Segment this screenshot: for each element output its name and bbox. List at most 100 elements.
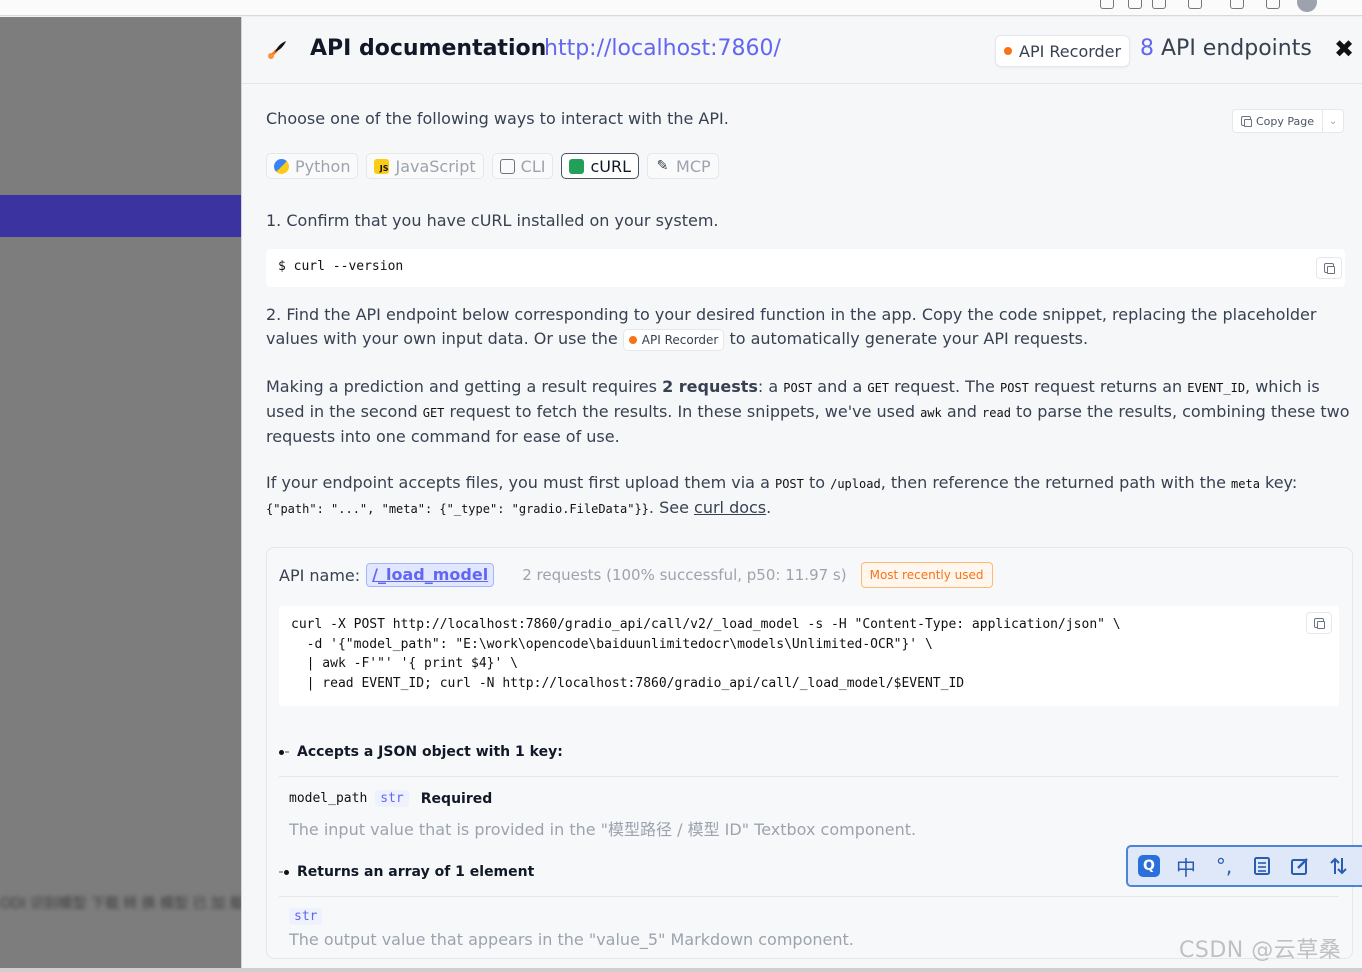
copy-code-button[interactable]	[1306, 612, 1332, 634]
copy-page-main[interactable]: Copy Page	[1233, 110, 1324, 132]
performance-icon[interactable]	[1230, 0, 1244, 9]
ime-chinese-icon[interactable]: 中	[1174, 854, 1198, 880]
backdrop-blurred-text: ODI 识别模型 下载 转 换 模型 已 加 载	[0, 896, 241, 912]
p3-bold: 2 requests	[662, 377, 758, 396]
favorites-list-icon[interactable]	[1266, 0, 1280, 9]
copy-icon	[1324, 263, 1335, 274]
p3-get1: GET	[867, 381, 890, 395]
p3-e: request returns an	[1028, 377, 1188, 396]
p3-c: and a	[812, 377, 868, 396]
tab-mcp[interactable]: ✎ MCP	[647, 153, 719, 179]
bottom-strip	[0, 968, 1362, 972]
endpoint-count-number: 8	[1140, 36, 1154, 61]
bullet-icon	[279, 749, 291, 755]
p4-f: .	[766, 498, 772, 517]
p3-awk: awk	[920, 406, 942, 420]
file-upload-explanation: If your endpoint accepts files, you must…	[266, 471, 1351, 521]
p3-post1: POST	[783, 381, 813, 395]
extensions-icon[interactable]	[1188, 0, 1202, 9]
version-command: $ curl --version	[278, 259, 404, 274]
close-icon[interactable]: ✖	[1332, 37, 1356, 61]
param-name: model_path	[289, 791, 368, 806]
api-recorder-label: API Recorder	[1019, 41, 1122, 61]
tab-curl[interactable]: cURL	[561, 153, 640, 179]
app-backdrop[interactable]: ODI 识别模型 下载 转 换 模型 已 加 载	[0, 17, 241, 968]
p3-g: request to fetch the results. In these s…	[444, 402, 921, 421]
ime-punct-icon[interactable]: °,	[1212, 854, 1236, 878]
recorder-dot-icon	[628, 335, 637, 344]
p4-d: key:	[1259, 473, 1298, 492]
tab-cli-label: CLI	[520, 156, 546, 176]
p4-e: . See	[648, 498, 695, 517]
divider	[279, 776, 1339, 777]
intro-text: Choose one of the following ways to inte…	[266, 109, 729, 128]
p3-h: and	[941, 402, 983, 421]
copy-version-button[interactable]	[1316, 257, 1342, 279]
watermark: CSDN @云草桑	[1179, 938, 1342, 963]
p4-a: If your endpoint accepts files, you must…	[266, 473, 775, 492]
python-icon	[274, 158, 289, 174]
code-line: | read EVENT_ID; curl -N http://localhos…	[291, 675, 965, 691]
javascript-icon: JS	[374, 158, 390, 174]
accepts-section-toggle[interactable]: Accepts a JSON object with 1 key:	[279, 744, 563, 760]
return-description: The output value that appears in the "va…	[289, 930, 854, 949]
most-recently-used-badge: Most recently used	[860, 562, 993, 588]
tab-cli[interactable]: CLI	[491, 153, 554, 179]
endpoint-code-block[interactable]: curl -X POST http://localhost:7860/gradi…	[279, 606, 1339, 706]
p4-meta: meta	[1231, 477, 1260, 491]
p3-post2: POST	[999, 381, 1029, 395]
inline-recorder-label: API Recorder	[641, 332, 719, 347]
version-code-block[interactable]: $ curl --version	[266, 249, 1345, 287]
language-tabs: Python JS JavaScript CLI cURL ✎ MCP	[266, 153, 719, 179]
p3-get2: GET	[422, 406, 445, 420]
p4-c: , then reference the returned path with …	[880, 473, 1232, 492]
param-description: The input value that is provided in the …	[289, 820, 917, 839]
avatar[interactable]	[1297, 0, 1317, 12]
returns-section-toggle[interactable]: Returns an array of 1 element	[279, 864, 534, 880]
api-name-link[interactable]: /_load_model	[366, 563, 495, 587]
inline-api-recorder-button[interactable]: API Recorder	[622, 328, 725, 351]
page-title: API documentation	[310, 36, 547, 61]
copy-icon	[1314, 618, 1325, 629]
ime-keyboard-icon[interactable]	[1250, 854, 1274, 878]
return-type: str	[289, 908, 323, 925]
endpoint-card: API name: /_load_model 2 requests (100% …	[266, 547, 1353, 959]
tab-curl-label: cURL	[590, 156, 632, 176]
collections-icon[interactable]	[1152, 0, 1166, 9]
reader-icon[interactable]	[1100, 0, 1114, 9]
return-row: str	[289, 908, 323, 925]
code-line: curl -X POST http://localhost:7860/gradi…	[291, 617, 1121, 632]
ime-tools-icon[interactable]	[1326, 854, 1350, 878]
chevron-down-icon[interactable]: ⌄	[1323, 116, 1343, 127]
param-type: str	[375, 790, 409, 807]
copy-icon	[1241, 116, 1252, 127]
bullet-icon	[279, 869, 291, 875]
tab-javascript-label: JavaScript	[395, 156, 476, 176]
copy-page-button[interactable]: Copy Page ⌄	[1232, 109, 1345, 133]
cli-icon	[499, 158, 515, 174]
mcp-icon: ✎	[656, 157, 669, 174]
recorder-dot-icon	[1004, 47, 1012, 55]
api-stats: 2 requests (100% successful, p50: 11.97 …	[522, 566, 847, 584]
step2-text-b: to automatically generate your API reque…	[724, 329, 1089, 348]
favorite-icon[interactable]	[1128, 0, 1142, 9]
step1-text: 1. Confirm that you have cURL installed …	[266, 211, 719, 230]
api-name-row: API name: /_load_model 2 requests (100% …	[279, 562, 993, 588]
tab-python[interactable]: Python	[266, 153, 359, 179]
tab-javascript[interactable]: JS JavaScript	[366, 153, 484, 179]
step2-text: 2. Find the API endpoint below correspon…	[266, 303, 1351, 351]
p3-a: Making a prediction and getting a result…	[266, 377, 663, 396]
code-line: | awk -F'"' '{ print $4}' \	[291, 656, 518, 671]
api-recorder-button[interactable]: API Recorder	[995, 35, 1131, 67]
ime-edit-icon[interactable]	[1288, 854, 1312, 878]
api-base-url[interactable]: http://localhost:7860/	[544, 36, 781, 61]
api-docs-panel: API documentation http://localhost:7860/…	[241, 17, 1362, 968]
browser-toolbar	[0, 0, 1362, 16]
p3-event-id: EVENT_ID	[1187, 381, 1246, 395]
api-docs-header: API documentation http://localhost:7860/…	[242, 17, 1362, 84]
p4-upload: /upload	[830, 477, 881, 491]
curl-docs-link[interactable]: curl docs	[694, 498, 766, 517]
accepts-label: Accepts a JSON object with 1 key:	[297, 744, 563, 760]
p3-read: read	[982, 406, 1011, 420]
ime-search-icon[interactable]: Q	[1138, 855, 1160, 877]
